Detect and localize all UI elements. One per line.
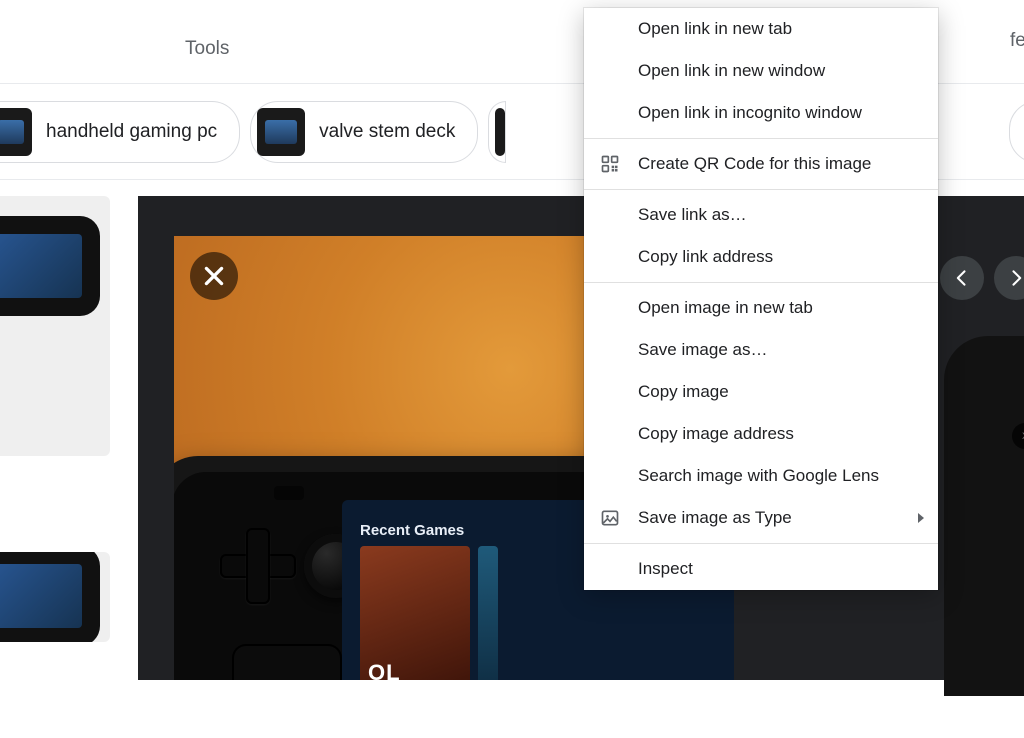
menu-item[interactable]: Copy link address [584,236,938,278]
tools-button[interactable]: Tools [185,38,229,60]
menu-item[interactable]: Open link in new tab [584,8,938,50]
chip-thumbnail [495,108,505,156]
menu-item-label: Inspect [638,559,693,579]
result-thumbnail[interactable] [0,196,110,456]
menu-item-label: Open link in new window [638,61,825,81]
thumbnail-device [0,216,100,316]
submenu-arrow-icon [918,513,924,523]
tile-title: OL [368,660,401,680]
previous-image-button[interactable] [940,256,984,300]
chip-label: handheld gaming pc [46,121,217,143]
menu-item[interactable]: Search image with Google Lens [584,455,938,497]
result-thumbnail[interactable] [0,552,110,642]
game-tile [478,546,498,680]
context-menu[interactable]: Open link in new tab Open link in new win… [584,8,938,590]
menu-separator [584,282,938,283]
menu-item-label: Open link in incognito window [638,103,862,123]
dpad [220,528,296,604]
chip-gaming-console[interactable]: g console [1009,101,1024,163]
screen-header: Recent Games [360,522,464,539]
menu-item-label: Save image as Type [638,508,792,528]
menu-separator [584,138,938,139]
menu-item[interactable]: Open link in new window [584,50,938,92]
chip-handheld-gaming-pc[interactable]: handheld gaming pc [0,101,240,163]
menu-item[interactable]: Copy image [584,371,938,413]
qr-icon [600,154,620,174]
menu-item[interactable]: Save link as… [584,194,938,236]
menu-separator [584,189,938,190]
options-button [274,486,304,500]
results-column [0,196,110,738]
menu-item-label: Save link as… [638,205,747,225]
next-image-button[interactable] [994,256,1024,300]
close-viewer-button[interactable] [190,252,238,300]
menu-item-label: Search image with Google Lens [638,466,879,486]
thumbnail-device [0,552,100,642]
menu-item[interactable]: Save image as Type [584,497,938,539]
menu-item[interactable]: Open image in new tab [584,287,938,329]
chip-partial[interactable] [488,101,506,163]
menu-item-label: Open image in new tab [638,298,813,318]
chip-thumbnail [257,108,305,156]
menu-item[interactable]: Inspect [584,548,938,590]
menu-item-label: Copy image address [638,424,794,444]
menu-item-label: Save image as… [638,340,767,360]
chevron-left-icon [952,268,972,288]
menu-separator [584,543,938,544]
abxy-buttons: Y X B A [1012,396,1024,476]
image-icon [600,508,620,528]
menu-item-label: Open link in new tab [638,19,792,39]
menu-item-label: Copy link address [638,247,773,267]
menu-item[interactable]: Copy image address [584,413,938,455]
menu-item[interactable]: Open link in incognito window [584,92,938,134]
viewer-right-device: Y X B A [944,336,1024,696]
button-x: X [1012,423,1024,449]
menu-item-label: Copy image [638,382,729,402]
chip-thumbnail [0,108,32,156]
trackpad [232,644,342,680]
game-tile: OL ON [360,546,470,680]
menu-item[interactable]: Create QR Code for this image [584,143,938,185]
safesearch-toggle[interactable]: feSearch [1010,30,1024,52]
close-icon [201,263,227,289]
menu-item[interactable]: Save image as… [584,329,938,371]
chip-valve-stem-deck[interactable]: valve stem deck [250,101,478,163]
chip-label: valve stem deck [319,121,455,143]
chevron-right-icon [1006,268,1024,288]
menu-item-label: Create QR Code for this image [638,154,871,174]
